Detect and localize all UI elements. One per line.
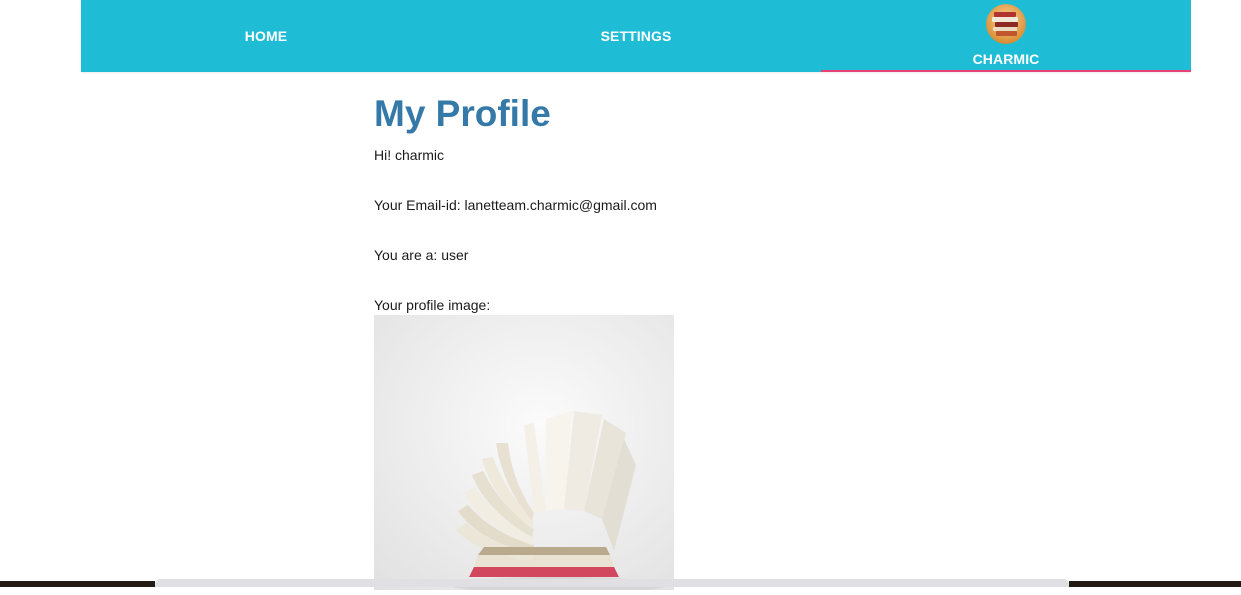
email-text: Your Email-id: lanetteam.charmic@gmail.c… — [374, 197, 657, 213]
active-tab-indicator — [821, 70, 1191, 72]
greeting-text: Hi! charmic — [374, 147, 445, 163]
tab-settings-label: SETTINGS — [600, 28, 672, 44]
tab-user-label: CHARMIC — [972, 51, 1040, 67]
profile-section: My Profile Hi! charmic Your Email-id: la… — [374, 92, 974, 593]
tab-home[interactable]: HOME — [81, 0, 451, 72]
profile-image — [374, 315, 674, 593]
page-title: My Profile — [374, 93, 551, 134]
tab-home-label: HOME — [244, 28, 288, 44]
profile-image-label: Your profile image: — [374, 297, 491, 313]
top-navigation-bar: HOME SETTINGS CHARMIC — [81, 0, 1191, 72]
desktop-background-strip — [0, 581, 155, 587]
tab-settings[interactable]: SETTINGS — [451, 0, 821, 72]
dock-bar — [155, 579, 1069, 587]
desktop-background-strip — [1069, 581, 1241, 587]
books-stack-avatar-icon — [986, 4, 1026, 44]
tab-user-profile[interactable]: CHARMIC — [821, 0, 1191, 72]
role-text: You are a: user — [374, 247, 469, 263]
